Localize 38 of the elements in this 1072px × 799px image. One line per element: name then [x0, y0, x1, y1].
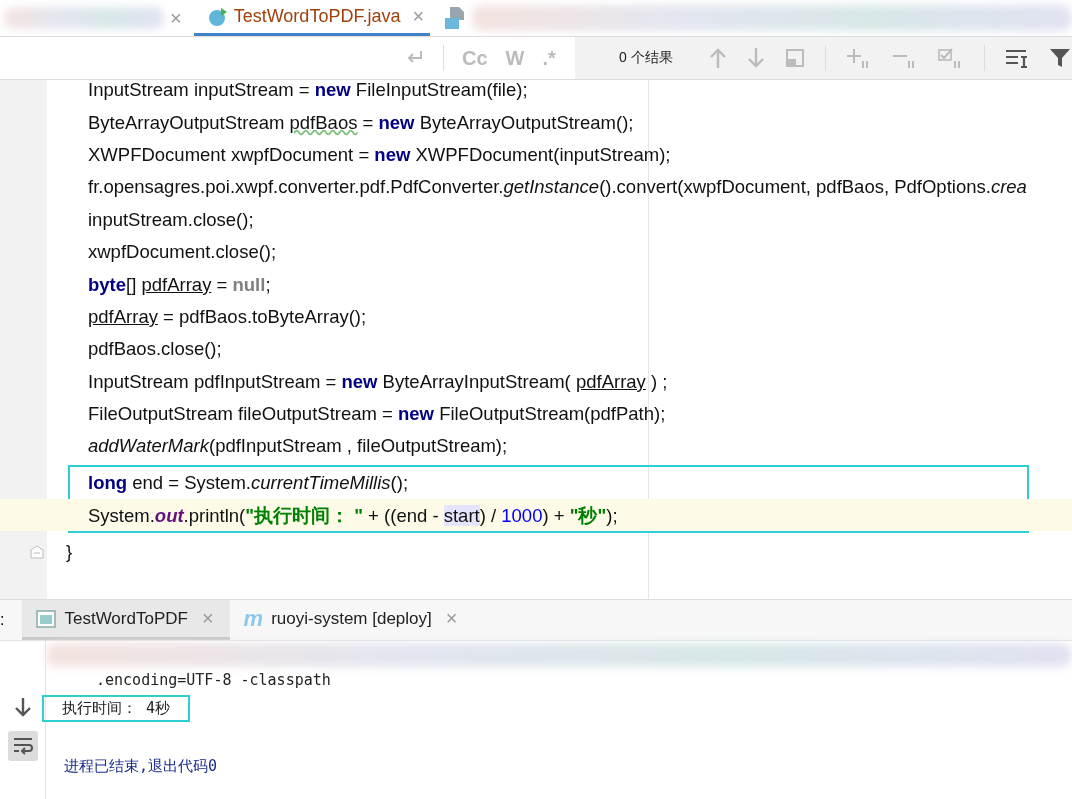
console-output: 执行时间： 4秒 — [42, 695, 191, 722]
window-icon[interactable] — [784, 48, 805, 68]
search-option[interactable]: W — [505, 46, 525, 70]
code-line: ByteArrayOutputStream pdfBaos = new ByteArrayOutputStream(); — [88, 111, 634, 134]
colon-label: : — [0, 611, 5, 629]
result-count: 0 个结果 — [619, 49, 673, 67]
filter-list-icon[interactable] — [1004, 47, 1029, 69]
code-line: InputStream inputStream = new FileInputStream(file); — [88, 80, 528, 102]
maven-icon: m — [243, 605, 264, 632]
class-icon — [207, 6, 228, 27]
search-option[interactable]: Cc — [462, 46, 488, 70]
code-line: FileOutputStream fileOutputStream = new FileOutputStream(pdfPath); — [88, 403, 666, 426]
run-tab[interactable]: TestWordToPDF × — [22, 600, 230, 640]
code-line: InputStream pdfInputStream = new ByteArrayInputStream( pdfArray ) ; — [88, 370, 668, 393]
close-icon[interactable]: × — [170, 6, 182, 30]
code-line: byte[] pdfArray = null; — [88, 273, 271, 296]
run-tab[interactable]: m ruoyi-system [deploy] × — [229, 600, 474, 640]
exit-message: 进程已结束,退出代码0 — [63, 756, 219, 777]
up-arrow-icon[interactable] — [708, 47, 727, 69]
console-icon — [36, 609, 57, 628]
code-line: pdfBaos.close(); — [88, 338, 222, 361]
code-line: fr.opensagres.poi.xwpf.converter.pdf.PdfConverter.getInstance().convert(xwpfDocument, pdfBaos, PdfOptions.crea — [88, 176, 1027, 199]
file-icon — [444, 6, 467, 30]
code-line: addWaterMark(pdfInputStream , fileOutputStream); — [88, 435, 508, 458]
search-option[interactable]: .* — [542, 46, 556, 70]
close-icon[interactable]: × — [412, 5, 425, 28]
close-icon[interactable]: × — [445, 607, 458, 630]
soft-wrap-icon[interactable] — [7, 731, 38, 761]
code-line: long end = System.currentTimeMillis(); — [88, 471, 409, 494]
code-line: pdfArray = pdfBaos.toByteArray(); — [88, 305, 367, 328]
code-line: System.out.println("执行时间： " + ((end - start) / 1000) + "秒"); — [88, 503, 618, 528]
code-line: xwpfDocument.close(); — [88, 241, 277, 264]
filter-icon[interactable] — [1048, 47, 1071, 69]
code-line: XWPFDocument xwpfDocument = new XWPFDocument(inputStream); — [88, 143, 671, 166]
fold-icon[interactable] — [30, 544, 44, 559]
close-icon[interactable]: × — [201, 607, 214, 630]
code-line: } — [66, 540, 73, 563]
code-line: inputStream.close(); — [88, 208, 254, 231]
